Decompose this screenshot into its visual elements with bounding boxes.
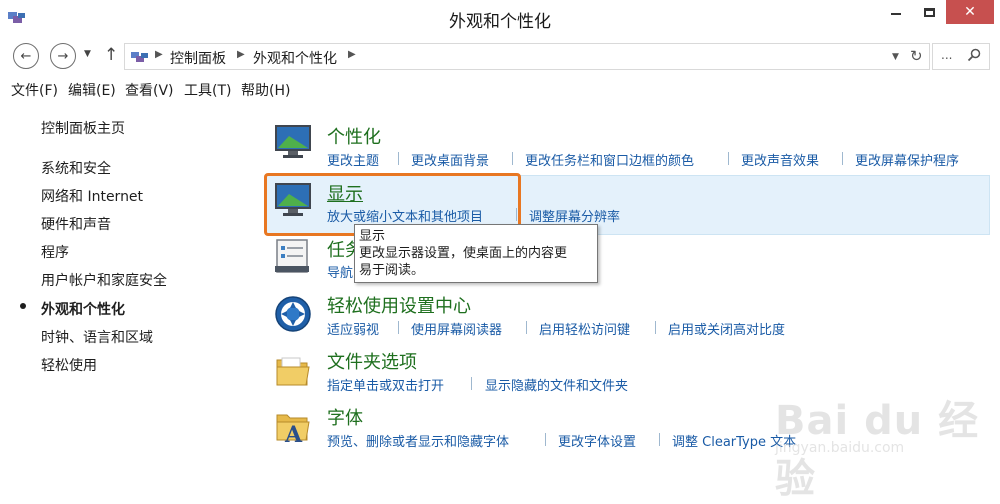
link-separator: [545, 433, 546, 446]
recent-locations-dropdown[interactable]: ▼: [84, 49, 91, 59]
title-bar: 外观和个性化 ✕: [0, 0, 1000, 36]
link-high-contrast[interactable]: 启用或关闭高对比度: [668, 319, 785, 338]
link-sticky-keys[interactable]: 启用轻松访问键: [539, 319, 630, 338]
svg-text:A: A: [284, 422, 303, 445]
link-separator: [655, 321, 656, 334]
breadcrumb-separator-icon[interactable]: ▶: [155, 49, 163, 60]
watermark-url: jingyan.baidu.com: [775, 440, 905, 456]
category-title-fonts[interactable]: 字体: [327, 404, 363, 430]
forward-button[interactable]: →: [50, 43, 76, 69]
breadcrumb-separator-icon[interactable]: ▶: [348, 49, 356, 60]
menu-tools[interactable]: 工具(T): [184, 80, 231, 100]
sidebar-item-appearance[interactable]: 外观和个性化: [41, 299, 125, 319]
sidebar-item-user-accounts[interactable]: 用户帐户和家庭安全: [41, 270, 167, 290]
link-change-font-settings[interactable]: 更改字体设置: [558, 431, 636, 450]
menu-view[interactable]: 查看(V): [125, 80, 174, 100]
menu-help[interactable]: 帮助(H): [241, 80, 290, 100]
taskbar-clipboard-icon[interactable]: [273, 236, 313, 276]
link-separator: [512, 152, 513, 165]
link-separator: [842, 152, 843, 165]
link-optimize-vision[interactable]: 适应弱视: [327, 319, 379, 338]
link-separator: [728, 152, 729, 165]
address-bar[interactable]: ▶ 控制面板 ▶ 外观和个性化 ▶ ▼ ↻: [124, 43, 930, 70]
tooltip-line: 更改显示器设置，使桌面上的内容更: [359, 246, 568, 261]
menu-file[interactable]: 文件(F): [11, 80, 58, 100]
breadcrumb-separator-icon[interactable]: ▶: [237, 49, 245, 60]
ease-of-access-icon[interactable]: [273, 294, 313, 334]
minimize-button[interactable]: [880, 0, 912, 24]
arrow-right-icon: →: [57, 48, 69, 64]
font-folder-icon[interactable]: A: [273, 405, 313, 445]
arrow-left-icon: ←: [20, 48, 32, 64]
link-screen-reader[interactable]: 使用屏幕阅读器: [411, 319, 502, 338]
link-navigation[interactable]: 导航: [327, 262, 353, 281]
menu-edit[interactable]: 编辑(E): [68, 80, 116, 100]
maximize-button[interactable]: [913, 0, 945, 24]
tooltip-title: 显示: [359, 229, 386, 244]
sidebar-item-programs[interactable]: 程序: [41, 242, 69, 262]
link-separator: [398, 321, 399, 334]
sidebar-item-ease-of-access[interactable]: 轻松使用: [41, 355, 97, 375]
up-button[interactable]: ↑: [104, 45, 118, 65]
link-change-theme[interactable]: 更改主题: [327, 150, 379, 169]
back-button[interactable]: ←: [13, 43, 39, 69]
link-show-hidden-files[interactable]: 显示隐藏的文件和文件夹: [485, 375, 628, 394]
link-preview-fonts[interactable]: 预览、删除或者显示和隐藏字体: [327, 431, 509, 450]
search-placeholder-icon: ...: [941, 48, 953, 62]
link-change-taskbar-color[interactable]: 更改任务栏和窗口边框的颜色: [525, 150, 694, 169]
sidebar-item-hardware-sound[interactable]: 硬件和声音: [41, 214, 111, 234]
folder-icon[interactable]: [273, 350, 313, 390]
sidebar-item-clock-language[interactable]: 时钟、语言和区域: [41, 327, 153, 347]
tooltip: 显示 更改显示器设置，使桌面上的内容更 易于阅读。: [354, 224, 598, 283]
link-separator: [398, 152, 399, 165]
breadcrumb-control-panel[interactable]: 控制面板: [170, 48, 226, 68]
category-title-ease-of-access[interactable]: 轻松使用设置中心: [327, 292, 471, 318]
control-panel-icon: [131, 52, 148, 62]
link-adjust-resolution[interactable]: 调整屏幕分辨率: [529, 206, 620, 225]
active-item-bullet: [20, 303, 26, 309]
window-title: 外观和个性化: [449, 12, 551, 32]
sidebar-item-network-internet[interactable]: 网络和 Internet: [41, 186, 143, 206]
baidu-watermark: Bai du 经验 jingyan.baidu.com: [775, 378, 990, 502]
search-icon[interactable]: [967, 48, 981, 62]
sidebar-item-control-panel-home[interactable]: 控制面板主页: [41, 118, 125, 138]
link-separator: [659, 433, 660, 446]
tooltip-line: 易于阅读。: [359, 263, 425, 278]
maximize-icon: [923, 7, 935, 17]
refresh-icon[interactable]: ↻: [910, 47, 923, 65]
link-change-sound-effects[interactable]: 更改声音效果: [741, 150, 819, 169]
navigation-bar: ← → ▼ ↑ ▶ 控制面板 ▶ 外观和个性化 ▶ ▼ ↻ ...: [0, 40, 1000, 72]
link-change-desktop-background[interactable]: 更改桌面背景: [411, 150, 489, 169]
link-change-screensaver[interactable]: 更改屏幕保护程序: [855, 150, 959, 169]
search-input[interactable]: ...: [932, 43, 990, 70]
close-button[interactable]: ✕: [946, 0, 994, 24]
link-separator: [526, 321, 527, 334]
link-separator: [471, 377, 472, 390]
close-icon: ✕: [964, 4, 976, 20]
personalization-monitor-icon[interactable]: [273, 122, 313, 162]
minimize-icon: [891, 13, 901, 15]
sidebar-item-system-security[interactable]: 系统和安全: [41, 158, 111, 178]
category-title-personalization[interactable]: 个性化: [327, 123, 381, 149]
breadcrumb-appearance[interactable]: 外观和个性化: [253, 48, 337, 68]
address-dropdown-icon[interactable]: ▼: [892, 52, 899, 62]
link-single-double-click[interactable]: 指定单击或双击打开: [327, 375, 444, 394]
category-title-folder-options[interactable]: 文件夹选项: [327, 348, 417, 374]
